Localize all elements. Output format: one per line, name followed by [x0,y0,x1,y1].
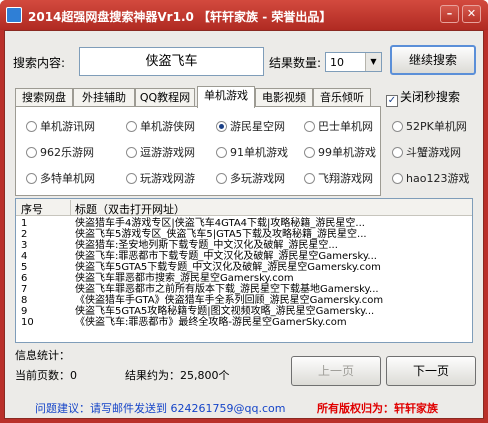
site-radio[interactable]: 巴士单机网 [304,118,373,134]
radio-icon [26,121,37,132]
app-icon [6,7,22,23]
list-item[interactable]: 2 侠盗飞车5游戏专区_侠盗飞车5|GTA5下载及攻略秘籍_游民星空... [16,229,472,240]
radio-icon [26,147,37,158]
tab-single-player-games[interactable]: 单机游戏 [197,86,255,108]
site-radio[interactable]: 单机游侠网 [126,118,195,134]
current-page-label: 当前页数：0 [15,369,77,382]
column-header-index[interactable]: 序号 [21,201,43,216]
list-item[interactable]: 1 侠盗猎车手4游戏专区|侠盗飞车4GTA4下载|攻略秘籍_游民星空... [16,218,472,229]
list-item[interactable]: 10 《侠盗飞车:罪恶都市》最终全攻略-游民星空GamerSky.com [16,317,472,328]
close-sec-search-checkbox[interactable]: ✓ 关闭秒搜索 [386,88,460,107]
app-window: 2014超强网盘搜索神器Vr1.0 【轩轩家族 - 荣誉出品】 – ✕ 搜索内容… [0,0,488,423]
result-count-label: 结果数量: [269,56,322,70]
radio-icon [216,147,227,158]
search-input[interactable]: 侠盗飞车 [79,47,264,76]
search-label: 搜索内容: [13,56,66,70]
radio-icon [126,121,137,132]
site-radio[interactable]: 单机游讯网 [26,118,95,134]
list-item[interactable]: 8 《侠盗猎车手GTA》侠盗猎车手全系列回顾_游民星空Gamersky.com [16,295,472,306]
radio-icon [126,147,137,158]
tab-search-pan[interactable]: 搜索网盘 [15,88,73,107]
site-radio[interactable]: 99单机游戏 [304,144,376,160]
list-item[interactable]: 6 侠盗飞车罪恶都市搜索_游民星空Gamersky.com [16,273,472,284]
result-count-value: 10 [330,56,344,69]
close-sec-search-label: 关闭秒搜索 [400,90,461,104]
site-radio[interactable]: 多玩游戏网 [216,170,285,186]
radio-icon [126,173,137,184]
site-radio[interactable]: 逗游游戏网 [126,144,195,160]
feedback-text: 问题建议：请写邮件发送到 624261759@qq.com [35,402,286,415]
radio-icon [392,147,403,158]
continue-search-button[interactable]: 继续搜索 [390,45,476,75]
radio-icon [304,173,315,184]
tab-music[interactable]: 音乐倾听 [313,88,371,107]
radio-icon [26,173,37,184]
radio-icon [304,147,315,158]
list-item[interactable]: 4 侠盗飞车:罪恶都市下载专题_中文汉化及破解_游民星空Gamersky... [16,251,472,262]
radio-icon [304,121,315,132]
column-divider[interactable] [70,200,71,215]
results-list[interactable]: 序号 标题（双击打开网址） 1 侠盗猎车手4游戏专区|侠盗飞车4GTA4下载|攻略… [15,198,473,343]
results-header: 序号 标题（双击打开网址） [16,199,472,216]
copyright-text: 所有版权归为：轩轩家族 [317,402,438,415]
list-item[interactable]: 9 侠盗飞车5GTA5攻略秘籍专题|图文视频攻略_游民星空Gamersky... [16,306,472,317]
site-radio[interactable]: 962乐游网 [26,144,94,160]
site-radio-panel: 单机游讯网 单机游侠网 游民星空网 巴士单机网 52PK单机网 962乐游网 逗… [15,106,469,196]
radio-icon [392,173,403,184]
radio-icon [216,173,227,184]
radio-icon [392,121,403,132]
chevron-down-icon[interactable]: ▼ [365,53,381,71]
list-item[interactable]: 5 侠盗飞车5GTA5下载专题_中文汉化及破解_游民星空Gamersky.com [16,262,472,273]
tab-qq-tutorial[interactable]: QQ教程网 [135,88,195,107]
site-radio[interactable]: 斗蟹游戏网 [392,144,461,160]
site-radio[interactable]: 飞翔游戏网 [304,170,373,186]
prev-page-button[interactable]: 上一页 [291,356,381,386]
site-radio[interactable]: 多特单机网 [26,170,95,186]
window-title: 2014超强网盘搜索神器Vr1.0 【轩轩家族 - 荣誉出品】 [28,10,332,24]
radio-selected-icon [216,121,227,132]
stats-heading: 信息统计： [15,349,70,362]
tab-plugin-assist[interactable]: 外挂辅助 [73,88,135,107]
tab-movies-video[interactable]: 电影视频 [255,88,313,107]
close-button[interactable]: ✕ [462,5,481,23]
column-header-title[interactable]: 标题（双击打开网址） [75,201,185,216]
result-count-select[interactable]: 10 ▼ [325,52,382,72]
checkmark-icon: ✓ [386,95,398,107]
site-radio[interactable]: hao123游戏 [392,170,469,186]
site-radio-selected[interactable]: 游民星空网 [216,118,285,134]
next-page-button[interactable]: 下一页 [386,356,476,386]
site-radio[interactable]: 玩游戏网游 [126,170,195,186]
minimize-button[interactable]: – [440,5,459,23]
title-bar[interactable]: 2014超强网盘搜索神器Vr1.0 【轩轩家族 - 荣誉出品】 – ✕ [0,0,488,30]
site-radio[interactable]: 91单机游戏 [216,144,288,160]
list-item[interactable]: 7 侠盗飞车罪恶都市之前所有版本下载_游民星空下载基地Gamersky... [16,284,472,295]
main-panel: 搜索内容: 侠盗飞车 结果数量: 10 ▼ 继续搜索 搜索网盘 外挂辅助 QQ教… [4,30,484,419]
site-radio[interactable]: 52PK单机网 [392,118,467,134]
total-results-label: 结果约为：25,800个 [125,369,230,382]
list-item[interactable]: 3 侠盗猎车:圣安地列斯下载专题_中文汉化及破解_游民星空... [16,240,472,251]
footer: 问题建议：请写邮件发送到 624261759@qq.com 所有版权归为：轩轩家… [11,397,481,417]
